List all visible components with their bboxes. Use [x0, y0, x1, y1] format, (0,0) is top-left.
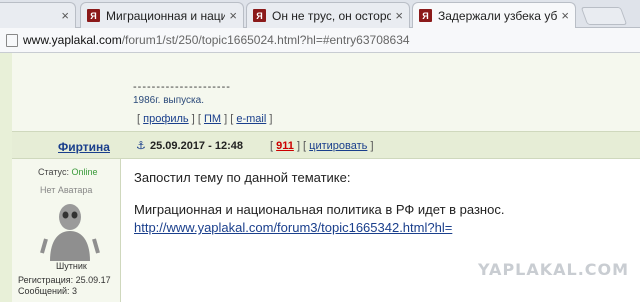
tab-bar: × Я Миграционная и нацис × Я Он не трус,…	[0, 0, 640, 28]
close-icon[interactable]: ×	[61, 8, 69, 23]
registration-date: Регистрация: 25.09.17	[18, 275, 111, 285]
topic-link[interactable]: http://www.yaplakal.com/forum3/topic1665…	[134, 220, 452, 235]
bracket: [	[270, 140, 274, 152]
anchor-icon[interactable]: ⚓	[136, 139, 146, 152]
post-body: Запостил тему по данной тематике: Миграц…	[121, 159, 640, 302]
tab-uzbek[interactable]: Я Задержали узбека убие ×	[412, 2, 576, 28]
post-date: 25.09.2017 - 12:48	[150, 140, 243, 152]
tab-title: Он не трус, он осторож	[272, 8, 392, 23]
left-strip	[0, 53, 12, 302]
signature-text: 1986г. выпуска.	[133, 95, 204, 106]
quote-link[interactable]: цитировать	[309, 140, 367, 152]
page-icon	[6, 33, 18, 47]
email-link[interactable]: e-mail	[236, 113, 266, 125]
post-text-line: Запостил тему по данной тематике:	[134, 170, 351, 185]
user-status: Статус: Online	[38, 167, 97, 177]
previous-post: --------------------- 1986г. выпуска. [ …	[12, 53, 640, 131]
bracket: ]	[269, 113, 273, 125]
author-name[interactable]: Фиртина	[58, 140, 110, 154]
url-host: www.yaplakal.com	[23, 33, 122, 47]
default-avatar-icon	[40, 204, 100, 261]
post-text-line: Миграционная и национальная политика в Р…	[134, 202, 505, 217]
tab-migration[interactable]: Я Миграционная и нацис ×	[80, 2, 244, 28]
yaplakal-favicon-icon: Я	[87, 9, 100, 22]
bracket: ] [	[296, 140, 307, 152]
close-icon[interactable]: ×	[395, 8, 403, 23]
user-stats: Регистрация: 25.09.17 Сообщений: 3	[18, 275, 111, 297]
yaplakal-favicon-icon: Я	[419, 9, 432, 22]
user-links: [ профиль ] [ ПМ ] [ e-mail ]	[137, 113, 272, 125]
close-icon[interactable]: ×	[229, 8, 237, 23]
user-rank: Шутник	[56, 261, 87, 271]
tab-title: Миграционная и нацис	[106, 8, 226, 23]
new-tab-button[interactable]	[580, 7, 628, 25]
post-number-link[interactable]: 911	[276, 140, 294, 152]
tab-coward[interactable]: Я Он не трус, он осторож ×	[246, 2, 410, 28]
pm-link[interactable]: ПМ	[204, 113, 221, 125]
address-bar[interactable]: www.yaplakal.com/forum1/st/250/topic1665…	[0, 28, 640, 53]
avatar	[40, 204, 100, 261]
tab-blank[interactable]: ×	[0, 2, 76, 28]
post-header: Фиртина ⚓ 25.09.2017 - 12:48 [ 911 ] [ ц…	[12, 132, 640, 159]
status-value: Online	[71, 167, 98, 177]
bracket: [	[137, 113, 141, 125]
no-avatar-label: Нет Аватара	[40, 185, 93, 195]
signature-dashes: ---------------------	[133, 81, 231, 93]
url-path: /forum1/st/250/topic1665024.html?hl=#ent…	[121, 33, 410, 47]
profile-link[interactable]: профиль	[143, 113, 189, 125]
watermark: YAPLAKAL.COM	[478, 260, 630, 279]
status-label: Статус:	[38, 167, 69, 177]
user-info-panel: Статус: Online Нет Аватара Шутник Регист…	[12, 159, 120, 302]
close-icon[interactable]: ×	[561, 8, 569, 23]
bracket: ] [	[191, 113, 201, 125]
tab-title: Задержали узбека убие	[438, 8, 558, 23]
bracket: ] [	[224, 113, 234, 125]
bracket: ]	[370, 140, 374, 152]
post-actions: [ 911 ] [ цитировать ]	[270, 140, 374, 152]
message-count: Сообщений: 3	[18, 286, 78, 296]
yaplakal-favicon-icon: Я	[253, 9, 266, 22]
